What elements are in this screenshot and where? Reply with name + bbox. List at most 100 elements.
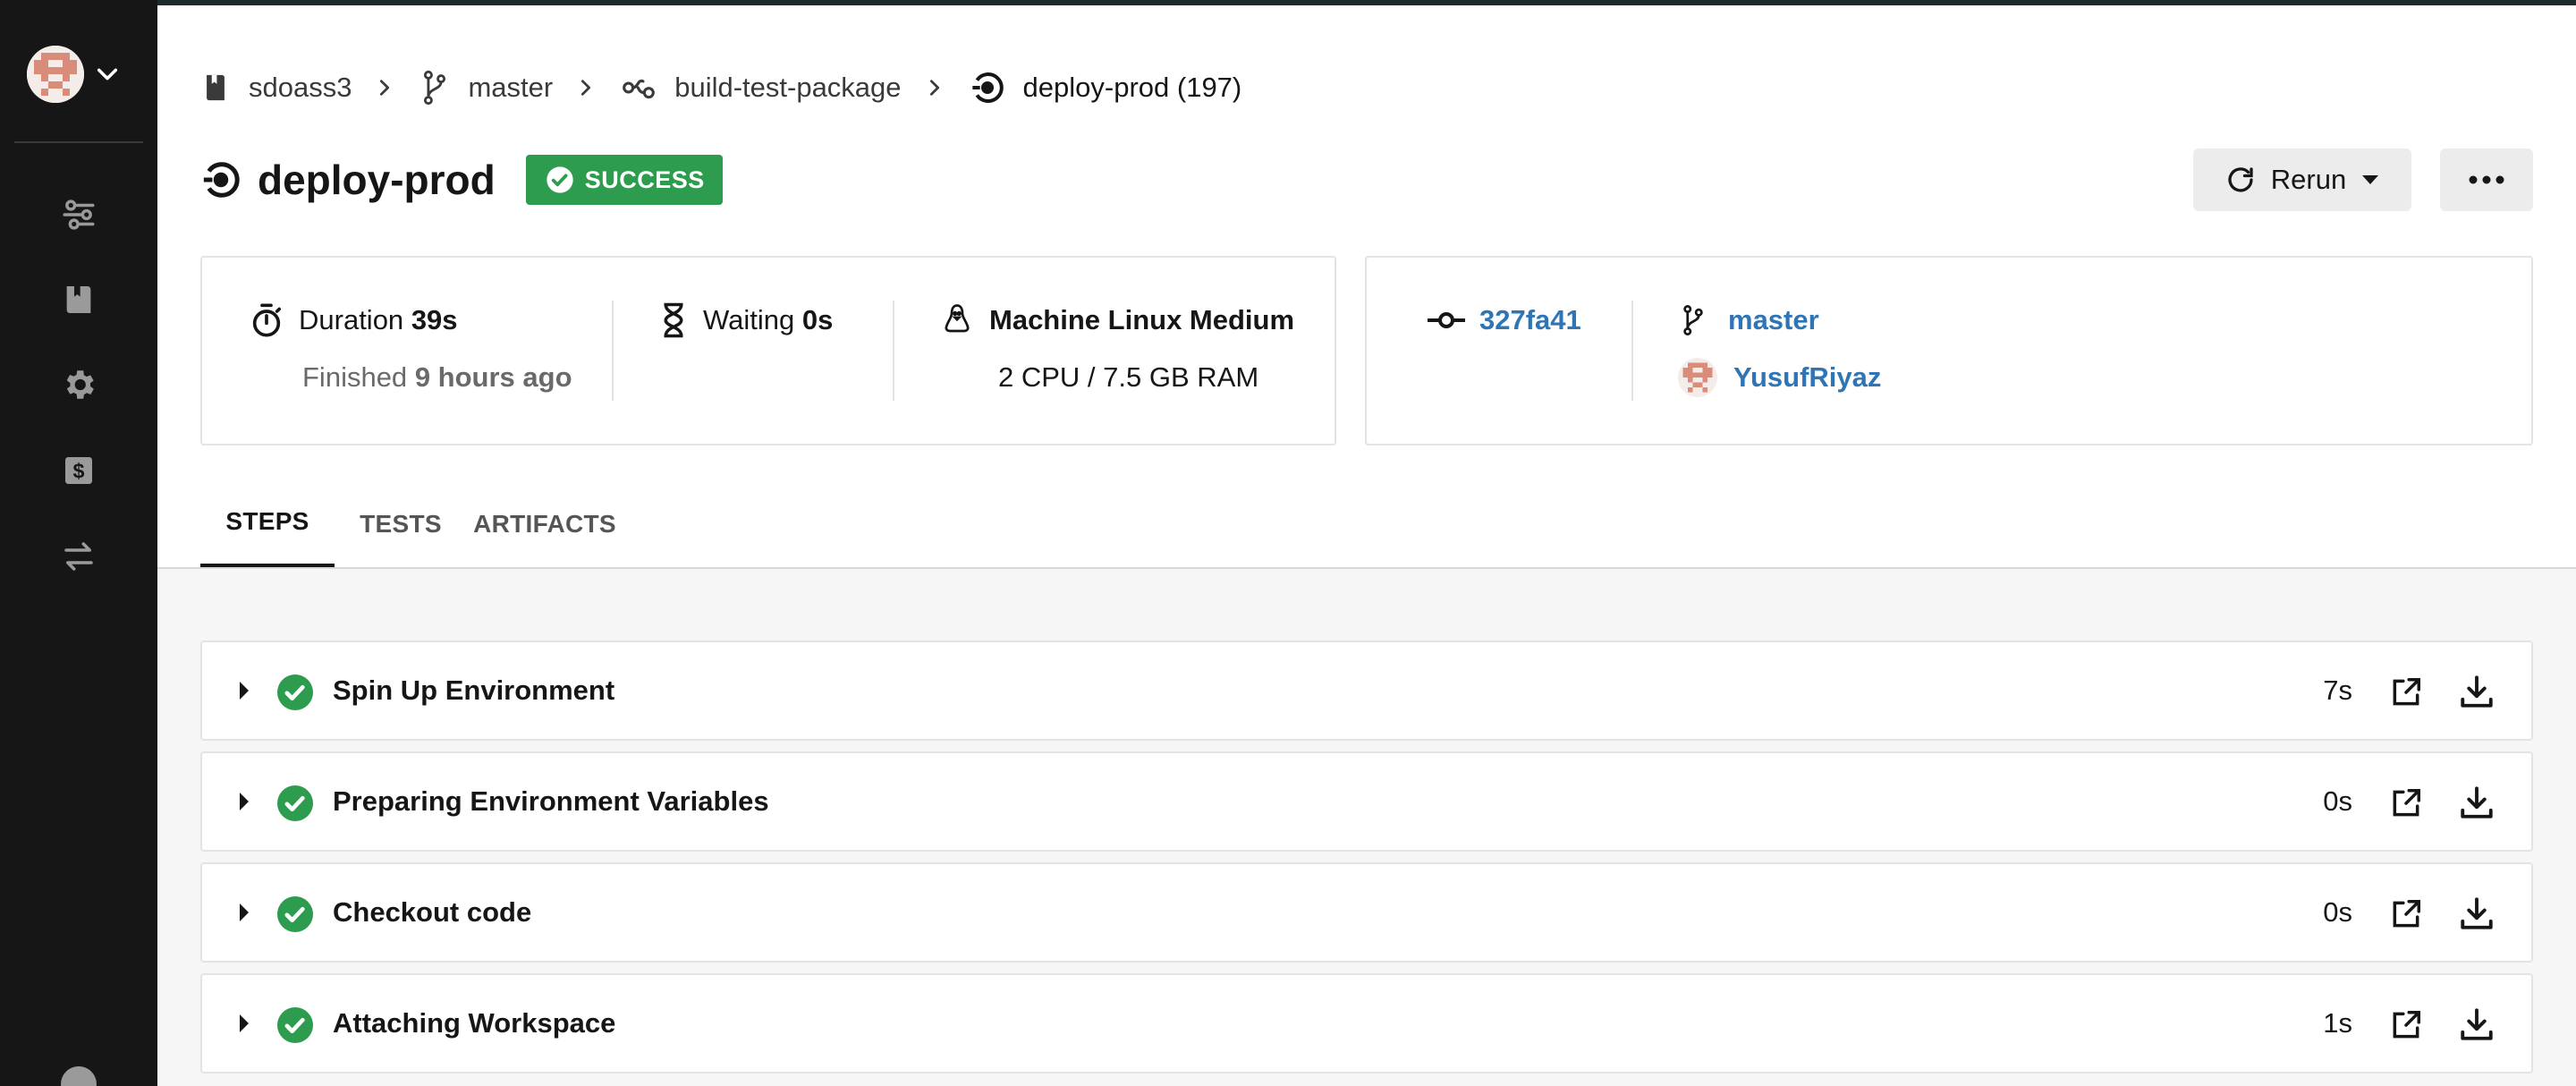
branch-icon [424, 70, 446, 106]
commit-icon [1428, 312, 1465, 328]
check-circle-icon [277, 1007, 313, 1043]
sidebar-item-insights[interactable] [57, 535, 100, 578]
breadcrumb: sdoass3 master build-test-package deploy… [200, 61, 1241, 115]
linux-penguin-icon [945, 304, 970, 333]
hourglass-icon [664, 302, 683, 338]
machine-spec: 2 CPU / 7.5 GB RAM [998, 361, 1259, 393]
divider [893, 301, 894, 401]
check-circle-icon [277, 675, 313, 710]
duration-label: Duration [299, 304, 404, 335]
waiting-label: Waiting [703, 304, 795, 335]
external-link-icon [2393, 678, 2420, 706]
sidebar-item-pipelines[interactable] [57, 193, 100, 236]
breadcrumb-job: deploy-prod (197) [970, 70, 1241, 106]
step-row[interactable]: Preparing Environment Variables 0s [200, 751, 2533, 852]
step-row[interactable]: Checkout code 0s [200, 862, 2533, 963]
breadcrumb-branch[interactable]: master [419, 70, 553, 106]
finished: Finished 9 hours ago [302, 358, 572, 397]
step-row[interactable]: Attaching Workspace 1s [200, 973, 2533, 1073]
step-duration: 1s [2323, 1007, 2352, 1039]
step-name: Preparing Environment Variables [333, 785, 769, 817]
user-avatar [1678, 358, 1717, 397]
step-duration: 0s [2323, 896, 2352, 928]
tab-artifacts[interactable]: ARTIFACTS [467, 479, 623, 569]
vcs-branch: master [1680, 301, 1819, 340]
machine-label: Machine Linux Medium [989, 304, 1295, 335]
breadcrumb-workflow[interactable]: build-test-package [621, 72, 902, 104]
open-external-button[interactable] [2386, 673, 2426, 712]
job-header: deploy-prod SUCCESS [200, 148, 723, 211]
download-button[interactable] [2456, 1004, 2497, 1045]
project-book-icon [207, 74, 225, 101]
sidebar: $ [0, 0, 157, 1086]
external-link-icon [2393, 1011, 2420, 1039]
tab-tests[interactable]: TESTS [335, 479, 467, 569]
job-icon [203, 162, 240, 198]
step-row[interactable]: Spin Up Environment 7s [200, 641, 2533, 741]
gear-icon [66, 370, 94, 399]
caret-right-icon [240, 793, 249, 810]
sidebar-divider [14, 141, 143, 143]
external-link-icon [2393, 789, 2420, 817]
commit-link[interactable]: 327fa41 [1479, 304, 1581, 336]
check-circle-icon [547, 166, 573, 193]
finished-label: Finished [302, 361, 408, 393]
download-icon [2461, 786, 2493, 819]
download-button[interactable] [2456, 671, 2497, 712]
insights-arrows-icon [64, 542, 93, 571]
org-switcher[interactable] [27, 43, 134, 106]
page-title: deploy-prod [258, 157, 496, 203]
divider [612, 301, 614, 401]
chevron-down-icon [97, 68, 118, 81]
duration-value: 39s [411, 304, 458, 335]
branch-icon [1683, 305, 1703, 335]
download-icon [2461, 1008, 2493, 1040]
rerun-label: Rerun [2270, 164, 2347, 195]
breadcrumb-project[interactable]: sdoass3 [200, 72, 352, 104]
rerun-button[interactable]: Rerun [2193, 148, 2411, 211]
waiting-value: 0s [801, 304, 834, 335]
status-badge-label: SUCCESS [584, 165, 705, 193]
job-tabs: STEPS TESTS ARTIFACTS [200, 479, 623, 569]
open-external-button[interactable] [2386, 784, 2426, 823]
step-duration: 0s [2323, 785, 2352, 817]
breadcrumb-project-label: sdoass3 [249, 72, 352, 103]
vcs-user: YusufRiyaz [1678, 358, 1881, 397]
job-icon [971, 72, 1004, 103]
download-icon [2461, 897, 2493, 929]
duration: Duration 39s [249, 301, 458, 340]
finished-value: 9 hours ago [414, 361, 572, 393]
dashboard-gauge-icon [61, 1066, 97, 1086]
pipelines-icon [63, 199, 95, 230]
check-circle-icon [277, 896, 313, 932]
waiting: Waiting 0s [660, 301, 833, 340]
user-link[interactable]: YusufRiyaz [1733, 361, 1881, 394]
more-options-button[interactable] [2440, 148, 2533, 211]
download-button[interactable] [2456, 782, 2497, 823]
status-badge: SUCCESS [525, 155, 723, 205]
download-icon [2461, 675, 2493, 708]
sidebar-item-plan[interactable]: $ [57, 449, 100, 492]
refresh-icon [2228, 167, 2253, 192]
step-name: Spin Up Environment [333, 675, 615, 706]
step-name: Checkout code [333, 896, 532, 928]
step-name: Attaching Workspace [333, 1007, 616, 1039]
caret-down-icon [2362, 175, 2379, 184]
steps-list: Spin Up Environment 7s Preparing Environ… [157, 569, 2576, 1086]
caret-right-icon [240, 904, 249, 921]
branch-link[interactable]: master [1728, 304, 1819, 336]
vcs-summary-card: 327fa41 master YusufRiyaz [1365, 256, 2533, 445]
open-external-button[interactable] [2386, 895, 2426, 934]
sidebar-item-projects[interactable] [57, 278, 100, 321]
chevron-right-icon [375, 78, 394, 98]
tab-steps[interactable]: STEPS [200, 479, 335, 569]
caret-right-icon [240, 1014, 249, 1032]
projects-icon [66, 286, 91, 313]
sidebar-item-settings[interactable] [57, 363, 100, 406]
breadcrumb-workflow-label: build-test-package [674, 72, 902, 103]
sidebar-item-bottom[interactable] [57, 1063, 100, 1086]
download-button[interactable] [2456, 893, 2497, 934]
external-link-icon [2393, 900, 2420, 928]
svg-text:$: $ [73, 459, 85, 482]
open-external-button[interactable] [2386, 1005, 2426, 1045]
